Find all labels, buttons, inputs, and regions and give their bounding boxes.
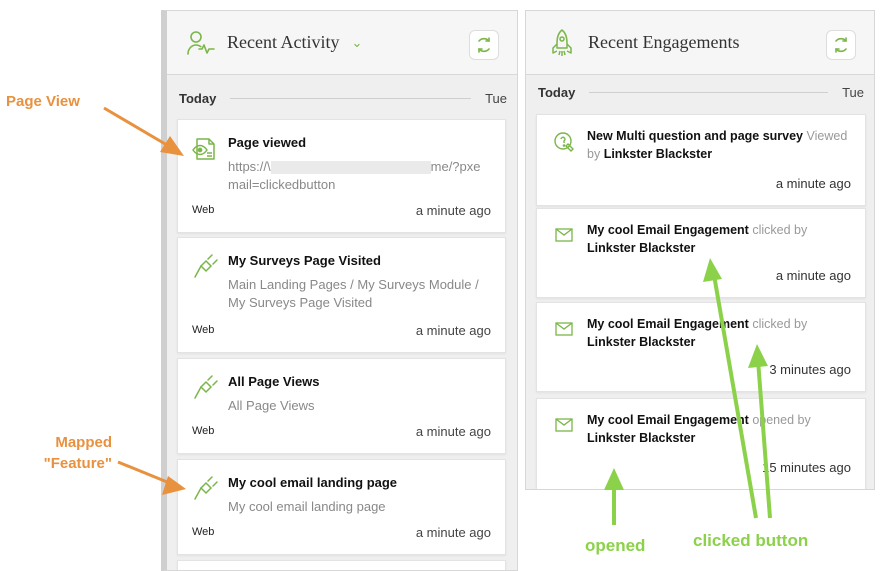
annotation-line: "Feature"	[43, 455, 112, 472]
day-label: Today	[179, 90, 217, 106]
engagement-time: a minute ago	[775, 268, 851, 283]
engagement-name: My cool Email Engagement	[587, 317, 749, 331]
activity-source: Web	[192, 324, 215, 336]
day-separator: Today Tue	[526, 81, 874, 103]
page-view-icon	[192, 136, 218, 162]
engagement-text: My cool Email Engagement opened by Links…	[587, 411, 857, 447]
plug-icon	[192, 476, 218, 502]
activity-card[interactable]: All Page Views All Page Views Web a minu…	[177, 358, 506, 454]
activity-title: Page viewed	[228, 135, 307, 150]
engagement-time: 3 minutes ago	[769, 362, 851, 377]
activity-time: a minute ago	[415, 525, 491, 540]
activity-subtitle: My cool email landing page	[228, 499, 386, 514]
recent-engagements-title: Recent Engagements	[588, 32, 740, 52]
recent-activity-title: Recent Activity	[227, 32, 340, 52]
activity-source: Web	[192, 526, 215, 538]
refresh-icon	[835, 37, 847, 53]
engagement-action: clicked by	[752, 317, 808, 331]
annotation-line: Mapped	[55, 434, 112, 451]
activity-time: a minute ago	[415, 424, 491, 439]
activity-time: a minute ago	[415, 323, 491, 338]
annotation-clicked-button: clicked button	[693, 531, 809, 550]
annotation-opened: opened	[585, 536, 646, 555]
annotation-page-view: Page View	[6, 93, 80, 110]
activity-card[interactable]: Page viewed https://\ me/?pxe mail=clicke…	[177, 119, 506, 233]
activity-card[interactable]: My Surveys Page Visited Main Landing Pag…	[177, 237, 506, 353]
rocket-icon	[548, 28, 576, 57]
activity-title: My Surveys Page Visited	[228, 253, 381, 268]
user-activity-icon	[187, 29, 215, 57]
email-icon	[551, 412, 577, 438]
activity-title: My cool email landing page	[228, 475, 398, 490]
weekday-label: Tue	[842, 84, 864, 100]
activity-source: Web	[192, 425, 215, 437]
engagement-text: My cool Email Engagement clicked by Link…	[587, 315, 857, 351]
engagement-name: New Multi question and page survey	[587, 129, 804, 143]
activity-subtitle: Main Landing Pages / My Surveys Module /…	[228, 277, 479, 310]
refresh-engagements-button[interactable]	[826, 30, 856, 60]
engagement-person[interactable]: Linkster Blackster	[604, 147, 712, 161]
activity-card[interactable]: My cool email landing page My cool email…	[177, 459, 506, 555]
activity-time: a minute ago	[415, 203, 491, 218]
plug-icon	[192, 254, 218, 280]
recent-engagements-panel: Recent Engagements Today Tue New Multi q…	[525, 10, 875, 490]
url-prefix: https://\	[228, 159, 271, 174]
recent-engagements-header: Recent Engagements	[526, 11, 874, 75]
engagement-action: clicked by	[752, 223, 808, 237]
recent-activity-header: Recent Activity ⌄	[167, 11, 517, 75]
activity-title: All Page Views	[228, 374, 320, 389]
email-icon	[551, 316, 577, 342]
engagement-card[interactable]: My cool Email Engagement opened by Links…	[536, 398, 866, 489]
engagement-action: opened by	[752, 413, 811, 427]
divider	[589, 91, 829, 93]
engagement-time: 15 minutes ago	[762, 460, 851, 475]
refresh-icon	[478, 37, 490, 53]
engagement-text: New Multi question and page survey Viewe…	[587, 127, 857, 163]
engagement-name: My cool Email Engagement	[587, 413, 749, 427]
engagement-time: a minute ago	[775, 176, 851, 191]
engagement-person[interactable]: Linkster Blackster	[587, 241, 695, 255]
annotation-mapped-feature: Mapped "Feature"	[8, 432, 112, 474]
engagement-card[interactable]: My cool Email Engagement clicked by Link…	[536, 208, 866, 298]
recent-activity-panel: Recent Activity ⌄ Today Tue Page viewed …	[161, 10, 518, 571]
day-label: Today	[538, 84, 576, 100]
day-separator: Today Tue	[167, 87, 517, 109]
chevron-down-icon[interactable]: ⌄	[351, 35, 362, 51]
email-icon	[551, 222, 577, 248]
activity-subtitle: All Page Views	[228, 398, 315, 413]
engagement-card[interactable]: New Multi question and page survey Viewe…	[536, 114, 866, 206]
redacted-block	[270, 161, 431, 175]
plug-icon	[192, 375, 218, 401]
url-line2: mail=clickedbutton	[228, 177, 336, 192]
activity-url: https://\ me/?pxe mail=clickedbutton	[228, 158, 493, 194]
activity-source: Web	[192, 204, 215, 216]
engagement-card[interactable]: My cool Email Engagement clicked by Link…	[536, 302, 866, 392]
survey-icon	[551, 129, 577, 155]
weekday-label: Tue	[485, 90, 507, 106]
engagement-text: My cool Email Engagement clicked by Link…	[587, 221, 857, 257]
url-suffix: me/?pxe	[430, 159, 481, 174]
refresh-activity-button[interactable]	[469, 30, 499, 60]
engagement-by: by	[587, 147, 601, 161]
screenshot-stage: Recent Activity ⌄ Today Tue Page viewed …	[0, 0, 883, 571]
engagement-action: Viewed	[806, 129, 848, 143]
engagement-name: My cool Email Engagement	[587, 223, 749, 237]
engagement-person[interactable]: Linkster Blackster	[587, 431, 695, 445]
engagement-person[interactable]: Linkster Blackster	[587, 335, 695, 349]
divider	[230, 97, 472, 99]
activity-card-partial[interactable]	[177, 560, 506, 570]
